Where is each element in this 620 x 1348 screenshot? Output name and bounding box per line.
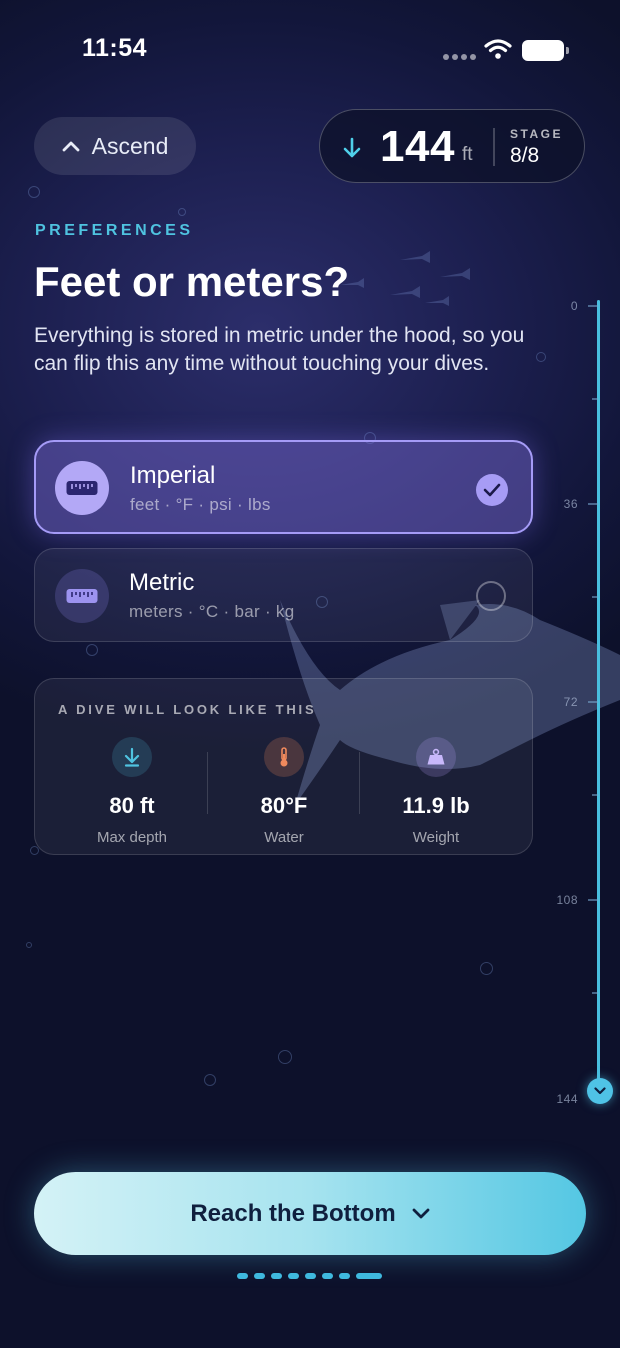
gauge-label: 108 bbox=[556, 893, 578, 907]
stat-value: 11.9 lb bbox=[402, 793, 470, 818]
checkmark-icon bbox=[476, 474, 508, 506]
signal-icon bbox=[443, 54, 477, 60]
stat-label: Water bbox=[264, 829, 304, 846]
divider bbox=[493, 128, 495, 166]
option-title: Metric bbox=[129, 569, 195, 596]
gauge-tick bbox=[588, 503, 598, 505]
gauge-tick bbox=[592, 596, 598, 598]
stage-value: 8/8 bbox=[510, 144, 540, 167]
weight-icon bbox=[416, 737, 456, 777]
depth-gauge-knob[interactable] bbox=[587, 1078, 613, 1104]
gauge-tick bbox=[588, 899, 598, 901]
divider bbox=[207, 752, 208, 814]
depth-unit: ft bbox=[462, 144, 473, 165]
dive-preview-card: A DIVE WILL LOOK LIKE THIS 80 ft Max dep… bbox=[34, 678, 533, 855]
fish-school-decoration bbox=[340, 251, 470, 306]
ruler-icon bbox=[55, 461, 109, 515]
status-time: 11:54 bbox=[82, 34, 148, 62]
bubble-decoration bbox=[26, 942, 32, 948]
page-title: Feet or meters? bbox=[34, 258, 350, 305]
stat-max-depth: 80 ft Max depth bbox=[57, 737, 207, 846]
gauge-label: 36 bbox=[563, 497, 578, 511]
arrow-down-icon bbox=[112, 737, 152, 777]
page-dot bbox=[237, 1273, 248, 1279]
page-dot bbox=[305, 1273, 316, 1279]
stat-label: Max depth bbox=[96, 829, 168, 846]
option-metric[interactable]: Metric meters · °C · bar · kg bbox=[34, 548, 533, 642]
depth-gauge-track bbox=[597, 300, 600, 1098]
page-dot bbox=[322, 1273, 333, 1279]
bubble-decoration bbox=[480, 962, 493, 975]
page-dot bbox=[288, 1273, 299, 1279]
bubble-decoration bbox=[178, 208, 186, 216]
gauge-label: 144 bbox=[556, 1092, 578, 1106]
gauge-tick bbox=[592, 398, 598, 400]
wifi-icon bbox=[484, 39, 512, 59]
page-dot bbox=[271, 1273, 282, 1279]
bubble-decoration bbox=[204, 1074, 216, 1086]
cta-label: Reach the Bottom bbox=[190, 1199, 396, 1227]
page-description: Everything is stored in metric under the… bbox=[34, 324, 525, 375]
preview-label: A DIVE WILL LOOK LIKE THIS bbox=[58, 702, 317, 717]
ascend-label: Ascend bbox=[91, 132, 169, 159]
page-dot bbox=[254, 1273, 265, 1279]
section-eyebrow: PREFERENCES bbox=[35, 222, 194, 239]
chevron-down-icon bbox=[412, 1208, 430, 1218]
stage-label: STAGE bbox=[510, 127, 563, 141]
option-imperial[interactable]: Imperial feet · °F · psi · lbs bbox=[34, 440, 533, 534]
battery-icon bbox=[522, 40, 569, 61]
divider bbox=[359, 752, 360, 814]
bubble-decoration bbox=[278, 1050, 292, 1064]
option-subtitle: feet · °F · psi · lbs bbox=[130, 495, 271, 514]
reach-bottom-button[interactable]: Reach the Bottom bbox=[34, 1172, 586, 1255]
ruler-icon bbox=[55, 569, 109, 623]
depth-indicator: 144 ft STAGE 8/8 bbox=[319, 109, 585, 183]
arrow-down-icon bbox=[343, 137, 361, 158]
gauge-tick bbox=[592, 794, 598, 796]
gauge-label: 72 bbox=[563, 695, 578, 709]
page-dot bbox=[339, 1273, 350, 1279]
gauge-tick bbox=[588, 305, 598, 307]
page-indicator bbox=[237, 1273, 382, 1279]
stat-label: Weight bbox=[412, 829, 460, 846]
gauge-tick bbox=[588, 701, 598, 703]
option-subtitle: meters · °C · bar · kg bbox=[129, 602, 295, 621]
bubble-decoration bbox=[536, 352, 546, 362]
gauge-label: 0 bbox=[570, 299, 578, 313]
depth-value: 144 bbox=[380, 122, 455, 171]
radio-unselected[interactable] bbox=[476, 581, 506, 611]
chevron-up-icon bbox=[62, 141, 80, 152]
stat-water: 80°F Water bbox=[209, 737, 359, 846]
ascend-button[interactable]: Ascend bbox=[34, 117, 196, 175]
chevron-down-icon bbox=[594, 1087, 606, 1095]
stat-value: 80 ft bbox=[109, 793, 155, 818]
page-dot-active bbox=[356, 1273, 382, 1279]
stat-weight: 11.9 lb Weight bbox=[361, 737, 511, 846]
gauge-tick bbox=[592, 992, 598, 994]
stat-value: 80°F bbox=[260, 793, 308, 818]
bubble-decoration bbox=[28, 186, 40, 198]
option-title: Imperial bbox=[130, 462, 216, 489]
thermometer-icon bbox=[264, 737, 304, 777]
bubble-decoration bbox=[86, 644, 98, 656]
